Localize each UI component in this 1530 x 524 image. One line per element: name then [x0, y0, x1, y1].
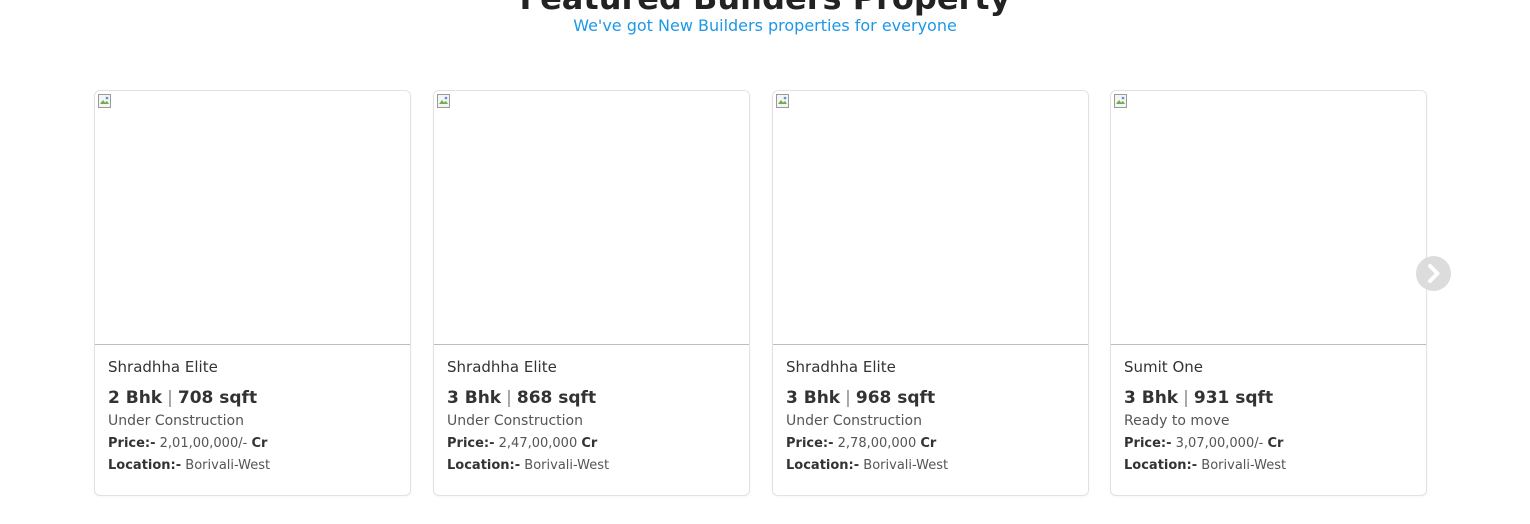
property-card[interactable]: Shradhha Elite 2 Bhk | 708 sqft Under Cons… — [94, 90, 411, 496]
price-line: Price:- 2,78,00,000 Cr — [786, 435, 1075, 453]
location-line: Location:- Borivali-West — [1124, 457, 1413, 475]
property-specs: 3 Bhk | 931 sqft — [1124, 387, 1413, 409]
price-unit: Cr — [1267, 436, 1284, 451]
area-size: 868 sqft — [516, 388, 597, 408]
price-line: Price:- 2,01,00,000/- Cr — [108, 435, 397, 453]
price-line: Price:- 3,07,00,000/- Cr — [1124, 435, 1413, 453]
price-line: Price:- 2,47,00,000 Cr — [447, 435, 736, 453]
construction-status: Ready to move — [1124, 413, 1230, 429]
spec-separator: | — [506, 388, 512, 408]
construction-status: Under Construction — [447, 413, 583, 429]
location-line: Location:- Borivali-West — [108, 457, 397, 475]
price-label: Price:- — [786, 436, 834, 451]
property-card[interactable]: Sumit One 3 Bhk | 931 sqft Ready to move P… — [1110, 90, 1427, 496]
price-label: Price:- — [447, 436, 495, 451]
property-card[interactable]: Shradhha Elite 3 Bhk | 968 sqft Under Cons… — [772, 90, 1089, 496]
property-name[interactable]: Shradhha Elite — [786, 356, 1075, 378]
section-subtitle: We've got New Builders properties for ev… — [573, 16, 957, 35]
bhk-count: 3 Bhk — [447, 388, 502, 408]
location-label: Location:- — [1124, 458, 1198, 473]
price-label: Price:- — [1124, 436, 1172, 451]
area-size: 708 sqft — [177, 388, 258, 408]
price-value: 2,47,00,000 — [498, 436, 578, 451]
bhk-count: 3 Bhk — [1124, 388, 1179, 408]
spec-separator: | — [845, 388, 851, 408]
location-value: Borivali-West — [863, 458, 949, 473]
property-name[interactable]: Shradhha Elite — [447, 356, 736, 378]
area-size: 968 sqft — [855, 388, 936, 408]
property-card[interactable]: Shradhha Elite 3 Bhk | 868 sqft Under Cons… — [433, 90, 750, 496]
location-value: Borivali-West — [1201, 458, 1287, 473]
location-label: Location:- — [108, 458, 182, 473]
property-image[interactable] — [95, 91, 410, 345]
price-value: 2,78,00,000 — [837, 436, 917, 451]
location-label: Location:- — [447, 458, 521, 473]
spec-separator: | — [167, 388, 173, 408]
price-value: 3,07,00,000/- — [1175, 436, 1264, 451]
property-specs: 2 Bhk | 708 sqft — [108, 387, 397, 409]
broken-image-icon — [98, 94, 111, 108]
area-size: 931 sqft — [1193, 388, 1274, 408]
property-image[interactable] — [1111, 91, 1426, 345]
price-value: 2,01,00,000/- — [159, 436, 248, 451]
property-name[interactable]: Shradhha Elite — [108, 356, 397, 378]
property-name[interactable]: Sumit One — [1124, 356, 1413, 378]
section-title: Featured Builders Property — [0, 0, 1530, 14]
construction-status: Under Construction — [108, 413, 244, 429]
property-specs: 3 Bhk | 868 sqft — [447, 387, 736, 409]
price-unit: Cr — [251, 436, 268, 451]
location-line: Location:- Borivali-West — [786, 457, 1075, 475]
broken-image-icon — [437, 94, 450, 108]
property-image[interactable] — [773, 91, 1088, 345]
bhk-count: 3 Bhk — [786, 388, 841, 408]
property-image[interactable] — [434, 91, 749, 345]
construction-status: Under Construction — [786, 413, 922, 429]
location-value: Borivali-West — [185, 458, 271, 473]
property-specs: 3 Bhk | 968 sqft — [786, 387, 1075, 409]
broken-image-icon — [1114, 94, 1127, 108]
price-unit: Cr — [920, 436, 937, 451]
carousel-next-button[interactable] — [1416, 256, 1451, 291]
bhk-count: 2 Bhk — [108, 388, 163, 408]
location-value: Borivali-West — [524, 458, 610, 473]
spec-separator: | — [1183, 388, 1189, 408]
location-label: Location:- — [786, 458, 860, 473]
chevron-right-icon — [1428, 264, 1440, 283]
price-unit: Cr — [581, 436, 598, 451]
price-label: Price:- — [108, 436, 156, 451]
broken-image-icon — [776, 94, 789, 108]
location-line: Location:- Borivali-West — [447, 457, 736, 475]
